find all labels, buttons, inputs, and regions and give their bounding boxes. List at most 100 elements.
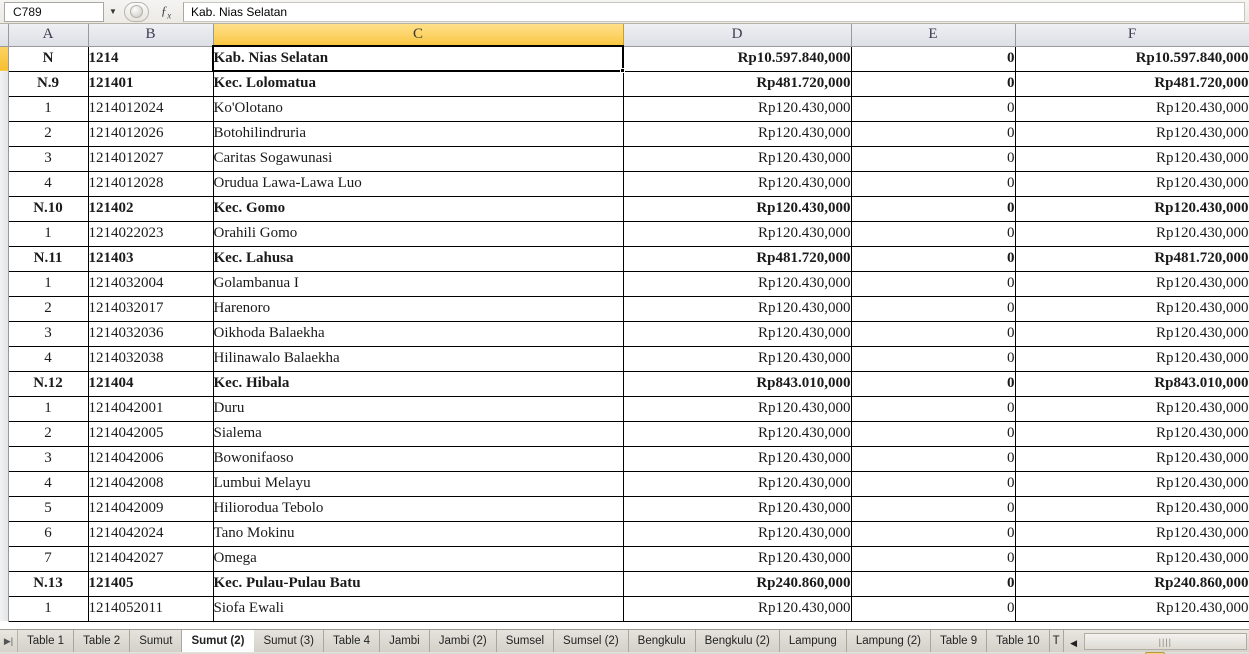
- cell-F[interactable]: Rp120.430,000: [1014, 345, 1249, 372]
- cell-A[interactable]: 2: [7, 295, 89, 322]
- sheet-tab[interactable]: Table 9: [931, 630, 988, 652]
- cell-D[interactable]: Rp120.430,000: [622, 420, 852, 447]
- row-header[interactable]: [0, 521, 9, 546]
- cell-B[interactable]: 121402: [87, 195, 214, 222]
- cell-C[interactable]: Bowonifaoso: [212, 445, 624, 472]
- row-header[interactable]: [0, 346, 9, 371]
- cell-B[interactable]: 1214042009: [87, 495, 214, 522]
- sheet-tab[interactable]: Table 2: [74, 630, 131, 652]
- column-header-a[interactable]: A: [8, 24, 89, 47]
- cell-E[interactable]: 0: [850, 320, 1016, 347]
- cell-E[interactable]: 0: [850, 495, 1016, 522]
- cell-B[interactable]: 1214042008: [87, 470, 214, 497]
- cell-A[interactable]: 1: [7, 395, 89, 422]
- row-header[interactable]: [0, 396, 9, 421]
- cell-F[interactable]: Rp843.010,000: [1014, 370, 1249, 397]
- cell-D[interactable]: Rp120.430,000: [622, 295, 852, 322]
- cell-D[interactable]: Rp120.430,000: [622, 345, 852, 372]
- table-row[interactable]: 1 1214012024 Ko'Olotano Rp120.430,000 0 Rp120…: [0, 95, 1249, 122]
- cell-D[interactable]: Rp120.430,000: [622, 395, 852, 422]
- table-row[interactable]: 5 1214042009 Hiliorodua Tebolo Rp120.430,00…: [0, 495, 1249, 522]
- cell-C[interactable]: Hiliorodua Tebolo: [212, 495, 624, 522]
- sheet-tab[interactable]: Sumsel: [496, 630, 555, 652]
- cell-B[interactable]: 1214032004: [87, 270, 214, 297]
- sheet-tab[interactable]: Table 1: [18, 630, 75, 652]
- cell-F[interactable]: Rp120.430,000: [1014, 395, 1249, 422]
- column-header-c[interactable]: C: [213, 24, 624, 47]
- cell-C[interactable]: Kab. Nias Selatan: [212, 45, 624, 72]
- column-header-e[interactable]: E: [851, 24, 1016, 47]
- table-row[interactable]: N.13 121405 Kec. Pulau-Pulau Batu Rp240.860…: [0, 570, 1249, 597]
- cell-F[interactable]: Rp120.430,000: [1014, 145, 1249, 172]
- cell-F[interactable]: Rp481.720,000: [1014, 70, 1249, 97]
- cell-D[interactable]: Rp120.430,000: [622, 270, 852, 297]
- cell-E[interactable]: 0: [850, 545, 1016, 572]
- cell-F[interactable]: Rp120.430,000: [1014, 420, 1249, 447]
- spreadsheet-grid[interactable]: A B C D E F N 1214 Kab. Nias Selatan Rp10.5…: [0, 24, 1249, 629]
- cell-A[interactable]: 1: [7, 95, 89, 122]
- cell-E[interactable]: 0: [850, 520, 1016, 547]
- sheet-tab[interactable]: Sumut (2): [182, 630, 255, 652]
- sheet-tab[interactable]: Table 4: [323, 630, 381, 652]
- column-header-d[interactable]: D: [623, 24, 852, 47]
- row-header[interactable]: [0, 421, 9, 446]
- cell-E[interactable]: 0: [850, 470, 1016, 497]
- cell-D[interactable]: Rp120.430,000: [622, 195, 852, 222]
- table-row[interactable]: 1 1214042001 Duru Rp120.430,000 0 Rp120.430,0…: [0, 395, 1249, 422]
- row-header[interactable]: [0, 221, 9, 246]
- cell-E[interactable]: 0: [850, 120, 1016, 147]
- cell-E[interactable]: 0: [850, 370, 1016, 397]
- table-row[interactable]: 3 1214032036 Oikhoda Balaekha Rp120.430,000…: [0, 320, 1249, 347]
- cell-B[interactable]: 121404: [87, 370, 214, 397]
- cell-C[interactable]: Siofa Ewali: [212, 595, 624, 622]
- cell-E[interactable]: 0: [850, 170, 1016, 197]
- cell-B[interactable]: 1214032038: [87, 345, 214, 372]
- sheet-tab[interactable]: Lampung (2): [846, 630, 932, 652]
- cell-A[interactable]: 3: [7, 145, 89, 172]
- fill-handle[interactable]: [620, 68, 625, 73]
- sheet-tab[interactable]: Sumut (3): [254, 630, 324, 652]
- row-header[interactable]: [0, 371, 9, 396]
- row-header[interactable]: [0, 596, 9, 621]
- cell-D[interactable]: Rp120.430,000: [622, 95, 852, 122]
- sheet-tab[interactable]: Jambi (2): [429, 630, 497, 652]
- scroll-left-icon[interactable]: ◀: [1066, 634, 1082, 652]
- cell-B[interactable]: 1214032017: [87, 295, 214, 322]
- table-row[interactable]: 7 1214042027 Omega Rp120.430,000 0 Rp120.430,…: [0, 545, 1249, 572]
- cell-F[interactable]: Rp240.860,000: [1014, 570, 1249, 597]
- cell-F[interactable]: Rp120.430,000: [1014, 120, 1249, 147]
- row-header[interactable]: [0, 146, 9, 171]
- cell-A[interactable]: 2: [7, 120, 89, 147]
- cell-B[interactable]: 1214042005: [87, 420, 214, 447]
- cell-D[interactable]: Rp120.430,000: [622, 595, 852, 622]
- cell-A[interactable]: N.10: [7, 195, 89, 222]
- sheet-tab[interactable]: Bengkulu: [628, 630, 696, 652]
- cell-B[interactable]: 1214012028: [87, 170, 214, 197]
- cell-B[interactable]: 1214042001: [87, 395, 214, 422]
- cell-C[interactable]: Botohilindruria: [212, 120, 624, 147]
- cell-D[interactable]: Rp120.430,000: [622, 445, 852, 472]
- formula-bar-buttons[interactable]: [124, 1, 149, 22]
- table-row[interactable]: 1 1214022023 Orahili Gomo Rp120.430,000 0 Rp1…: [0, 220, 1249, 247]
- cancel-icon[interactable]: [130, 5, 143, 18]
- cell-F[interactable]: Rp120.430,000: [1014, 470, 1249, 497]
- table-row[interactable]: N.9 121401 Kec. Lolomatua Rp481.720,000 0 Rp4…: [0, 70, 1249, 97]
- cell-C[interactable]: Tano Mokinu: [212, 520, 624, 547]
- table-row[interactable]: 4 1214012028 Orudua Lawa-Lawa Luo Rp120.430…: [0, 170, 1249, 197]
- row-header[interactable]: [0, 546, 9, 571]
- column-header-f[interactable]: F: [1015, 24, 1249, 47]
- table-row[interactable]: 2 1214032017 Harenoro Rp120.430,000 0 Rp120.4…: [0, 295, 1249, 322]
- cell-F[interactable]: Rp120.430,000: [1014, 595, 1249, 622]
- cell-C[interactable]: Ko'Olotano: [212, 95, 624, 122]
- horizontal-scrollbar[interactable]: ||||: [1083, 633, 1247, 650]
- cell-A[interactable]: 4: [7, 170, 89, 197]
- cell-D[interactable]: Rp120.430,000: [622, 520, 852, 547]
- cell-C[interactable]: Omega: [212, 545, 624, 572]
- cell-C[interactable]: Sialema: [212, 420, 624, 447]
- cell-A[interactable]: N.9: [7, 70, 89, 97]
- sheet-tab[interactable]: Lampung: [779, 630, 847, 652]
- cell-B[interactable]: 1214012026: [87, 120, 214, 147]
- sheet-tab[interactable]: Table 10: [987, 630, 1050, 652]
- cell-A[interactable]: 1: [7, 270, 89, 297]
- table-row[interactable]: N.12 121404 Kec. Hibala Rp843.010,000 0 Rp843…: [0, 370, 1249, 397]
